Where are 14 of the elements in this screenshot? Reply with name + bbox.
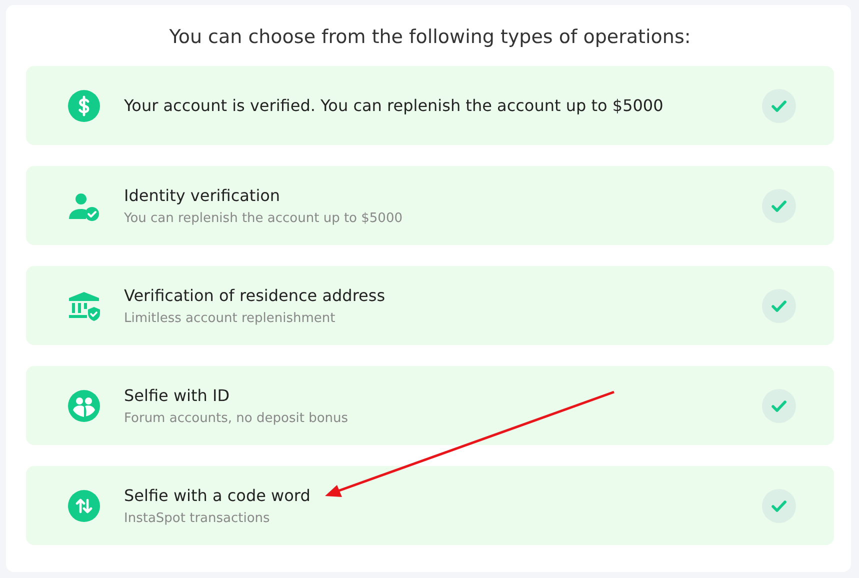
dollar-icon [68,90,100,122]
operation-title: Selfie with a code word [124,485,312,507]
operation-description: Limitless account replenishment [124,311,336,326]
operation-description: You can replenish the account up to $5000 [124,211,404,226]
operation-title: Selfie with ID [124,385,231,407]
operation-description: Forum accounts, no deposit bonus [124,411,350,426]
operation-title: Your account is verified. You can replenish the account up to $5000 [124,94,664,116]
up-down-arrows-icon [68,490,100,522]
operation-title: Verification of residence address [124,285,386,307]
operation-description: InstaSpot transactions [124,511,271,526]
people-icon [68,390,100,422]
bank-shield-icon [68,290,100,322]
section-heading: You can choose from the following types of operations: [168,25,692,49]
operation-title: Identity verification [124,185,282,207]
